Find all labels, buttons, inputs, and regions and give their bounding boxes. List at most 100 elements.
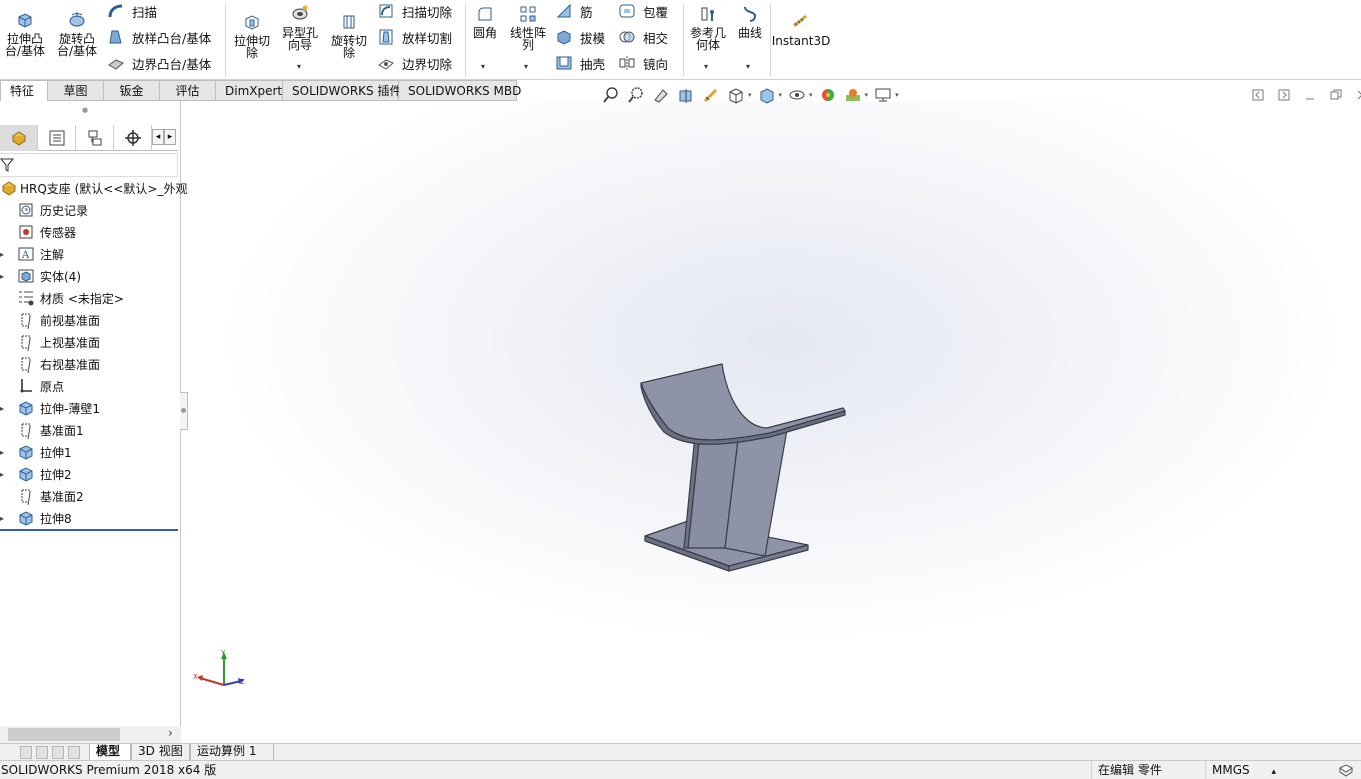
tree-item[interactable]: 右视基准面 (0, 353, 100, 375)
hole-wizard-button[interactable]: 异型孔 向导 (278, 4, 322, 51)
tab-nav-last[interactable] (68, 746, 80, 759)
linear-pattern-dropdown[interactable]: ▾ (524, 62, 528, 71)
draft-button[interactable]: 拔模 (555, 26, 605, 48)
curves-button[interactable]: 曲线 (735, 4, 765, 39)
reference-geometry-button[interactable]: 参考几 何体 (686, 4, 730, 51)
view-orientation-dropdown[interactable]: ▾ (748, 91, 752, 99)
hrq-support-model[interactable] (640, 363, 846, 572)
panel-tabs-scroll-left[interactable]: ◂ (152, 129, 164, 145)
feature-tree-root[interactable]: HRQ支座 (默认<<默认>_外观 (0, 177, 187, 199)
tree-item[interactable]: 历史记录 (0, 199, 88, 221)
tree-item[interactable]: ▸ 实体(4) (0, 265, 81, 287)
tree-item[interactable]: 基准面2 (0, 485, 84, 507)
tab-3d-views[interactable]: 3D 视图 (131, 744, 190, 761)
tab-motion-study-1[interactable]: 运动算例 1 (190, 744, 274, 761)
tree-item[interactable]: 基准面1 (0, 419, 84, 441)
dimxpert-manager-tab[interactable] (114, 125, 152, 151)
configuration-manager-tab[interactable] (76, 125, 114, 151)
expand-arrow-icon[interactable]: ▸ (0, 470, 4, 479)
panel-splitter-handle[interactable] (180, 392, 188, 430)
swept-cut-button[interactable]: 扫描切除 (377, 0, 452, 22)
view-settings-button[interactable] (872, 84, 894, 106)
display-style-dropdown[interactable]: ▾ (779, 91, 783, 99)
intersect-button[interactable]: 相交 (618, 26, 668, 48)
revolve-cut-button[interactable]: 旋转切 除 (327, 12, 371, 59)
extrude-cut-button[interactable]: 拉伸切 除 (230, 12, 274, 59)
tab-solidworks-addins[interactable]: SOLIDWORKS 插件 (283, 80, 401, 101)
tab-model[interactable]: 模型 (89, 744, 131, 761)
shell-button[interactable]: 抽壳 (555, 52, 605, 74)
fillet-dropdown[interactable]: ▾ (481, 62, 485, 71)
tab-solidworks-mbd[interactable]: SOLIDWORKS MBD (399, 80, 521, 101)
expand-arrow-icon[interactable]: ▸ (0, 404, 4, 413)
graphics-area[interactable]: Y X Z (181, 101, 1361, 743)
tree-item[interactable]: 传感器 (0, 221, 76, 243)
tab-features[interactable]: 特征 (0, 80, 48, 101)
close-button[interactable] (1349, 86, 1361, 104)
tab-nav-prev[interactable] (36, 746, 48, 759)
tree-item[interactable]: 原点 (0, 375, 64, 397)
apply-scene-dropdown[interactable]: ▾ (865, 91, 869, 99)
maximize-button[interactable] (1323, 86, 1349, 104)
view-orientation-button[interactable] (725, 84, 747, 106)
model-viewport[interactable]: Y X Z (181, 101, 1361, 743)
panel-horizontal-scrollbar[interactable]: › (0, 726, 181, 743)
display-style-button[interactable] (756, 84, 778, 106)
instant3d-button[interactable]: Instant3D (772, 12, 830, 47)
panel-tabs-scroll-right[interactable]: ▸ (164, 129, 176, 145)
tab-nav-first[interactable] (20, 746, 32, 759)
expand-arrow-icon[interactable]: ▸ (0, 448, 4, 457)
view-settings-dropdown[interactable]: ▾ (895, 91, 899, 99)
rollback-bar[interactable] (0, 529, 178, 531)
feature-manager-tab[interactable] (0, 125, 38, 151)
revolve-boss-button[interactable]: 旋转凸 台/基体 (54, 10, 100, 57)
restore-right-button[interactable] (1271, 86, 1297, 104)
wrap-button[interactable]: 包覆 (618, 0, 668, 22)
tree-item[interactable]: ▸ 拉伸8 (0, 507, 72, 529)
rib-button[interactable]: 筋 (555, 0, 593, 22)
scrollbar-thumb[interactable] (8, 728, 120, 741)
previous-view-button[interactable] (650, 84, 672, 106)
zoom-to-fit-button[interactable] (600, 84, 622, 106)
dynamic-annotation-button[interactable] (700, 84, 722, 106)
tree-item[interactable]: ▸ 拉伸2 (0, 463, 72, 485)
panel-collapse-handle[interactable]: ● (82, 106, 88, 114)
reference-geometry-dropdown[interactable]: ▾ (704, 62, 708, 71)
tree-item[interactable]: ▸ 拉伸-薄壁1 (0, 397, 100, 419)
tab-nav-next[interactable] (52, 746, 64, 759)
tab-dimxpert[interactable]: DimXpert (216, 80, 283, 101)
tab-evaluate[interactable]: 评估 (160, 80, 216, 101)
lofted-cut-button[interactable]: 放样切割 (377, 26, 452, 48)
boundary-cut-button[interactable]: 边界切除 (377, 52, 452, 74)
minimize-button[interactable] (1297, 86, 1323, 104)
property-manager-tab[interactable] (38, 125, 76, 151)
expand-arrow-icon[interactable]: ▸ (0, 272, 4, 281)
tab-sheet-metal[interactable]: 钣金 (104, 80, 160, 101)
apply-scene-button[interactable] (842, 84, 864, 106)
feature-tree-filter[interactable] (0, 153, 178, 177)
tab-sketch[interactable]: 草图 (48, 80, 104, 101)
hide-show-items-button[interactable] (786, 84, 808, 106)
scroll-right-arrow[interactable]: › (168, 726, 173, 740)
hole-wizard-dropdown[interactable]: ▾ (297, 62, 301, 71)
tree-item[interactable]: ▸ A 注解 (0, 243, 64, 265)
mirror-button[interactable]: 镜向 (618, 52, 668, 74)
boundary-boss-button[interactable]: 边界凸台/基体 (107, 52, 211, 74)
hide-show-dropdown[interactable]: ▾ (809, 91, 813, 99)
restore-left-button[interactable] (1245, 86, 1271, 104)
tree-item[interactable]: ▸ 拉伸1 (0, 441, 72, 463)
curves-dropdown[interactable]: ▾ (746, 62, 750, 71)
linear-pattern-button[interactable]: 线性阵 列 (506, 4, 550, 51)
fillet-button[interactable]: 圆角 (469, 4, 501, 39)
unit-system-selector[interactable]: MMGS ▴ (1205, 761, 1331, 779)
expand-arrow-icon[interactable]: ▸ (0, 250, 4, 259)
loft-boss-button[interactable]: 放样凸台/基体 (107, 26, 211, 48)
tree-item[interactable]: 上视基准面 (0, 331, 100, 353)
zoom-to-area-button[interactable] (625, 84, 647, 106)
edit-appearance-button[interactable] (817, 84, 839, 106)
tree-item[interactable]: 前视基准面 (0, 309, 100, 331)
extrude-boss-button[interactable]: 拉伸凸 台/基体 (3, 10, 47, 57)
customize-status-icon[interactable] (1338, 763, 1354, 777)
sweep-button[interactable]: 扫描 (107, 0, 157, 22)
tree-item[interactable]: 材质 <未指定> (0, 287, 124, 309)
